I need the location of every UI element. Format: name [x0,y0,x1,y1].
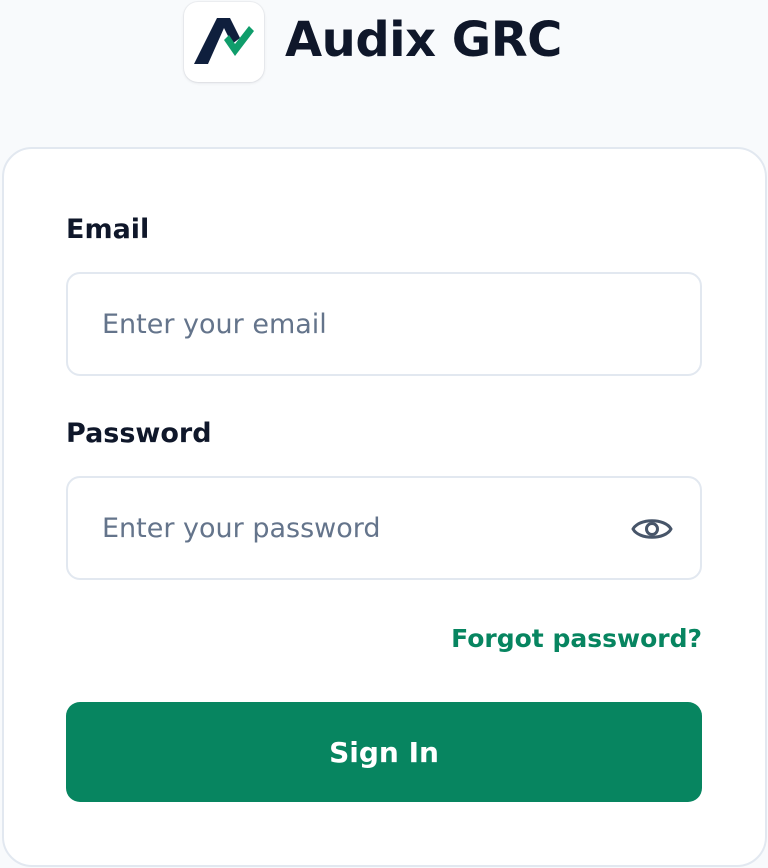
email-field[interactable] [66,272,702,376]
password-label: Password [66,418,212,449]
brand-header: Audix GRC [0,0,768,100]
brand-logo [184,2,264,82]
brand-name: Audix GRC [285,12,562,68]
forgot-password-link[interactable]: Forgot password? [451,624,702,653]
toggle-password-visibility-button[interactable] [630,509,674,549]
email-label: Email [66,214,150,245]
email-input[interactable] [68,274,700,374]
audix-logo-icon [194,18,254,64]
sign-in-button[interactable]: Sign In [66,702,702,802]
password-field[interactable] [66,476,702,580]
eye-icon [631,519,673,539]
password-input[interactable] [68,478,700,578]
